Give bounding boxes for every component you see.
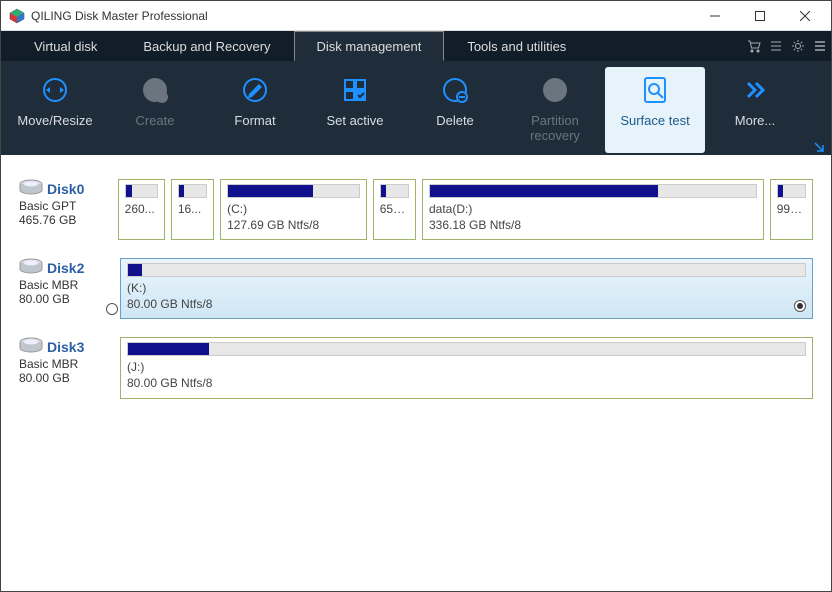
move-resize-button[interactable]: Move/Resize — [5, 67, 105, 153]
disk-radio[interactable] — [106, 303, 118, 315]
partition[interactable]: 16... — [171, 179, 214, 240]
partition-letter: (C:) — [227, 202, 360, 218]
delete-icon — [438, 73, 472, 107]
list-icon[interactable] — [765, 31, 787, 61]
disk-info: Disk3 Basic MBR 80.00 GB — [19, 337, 114, 398]
tab-tools-utilities[interactable]: Tools and utilities — [444, 31, 589, 61]
format-button[interactable]: Format — [205, 67, 305, 153]
move-resize-icon — [38, 73, 72, 107]
disk-list: Disk0 Basic GPT 465.76 GB 260... 16... (… — [1, 155, 831, 585]
partition-size: 653... — [380, 202, 409, 218]
partition[interactable]: (J:) 80.00 GB Ntfs/8 — [120, 337, 813, 398]
tab-backup-recovery[interactable]: Backup and Recovery — [120, 31, 293, 61]
toolbar-label: Create — [135, 113, 174, 128]
partition-size: 336.18 GB Ntfs/8 — [429, 218, 757, 234]
partition-letter: (J:) — [127, 360, 806, 376]
partition-recovery-icon — [538, 73, 572, 107]
toolbar-label: Surface test — [620, 113, 689, 128]
disk-capacity: 80.00 GB — [19, 371, 70, 385]
hdd-icon — [19, 258, 43, 278]
minimize-button[interactable] — [692, 1, 737, 31]
partition-size: 127.69 GB Ntfs/8 — [227, 218, 360, 234]
create-icon — [138, 73, 172, 107]
tab-virtual-disk[interactable]: Virtual disk — [11, 31, 120, 61]
set-active-button[interactable]: Set active — [305, 67, 405, 153]
menu-icon[interactable] — [809, 31, 831, 61]
more-button[interactable]: More... — [705, 67, 805, 153]
hdd-icon — [19, 179, 43, 199]
partition-size: 260... — [125, 202, 158, 218]
delete-button[interactable]: Delete — [405, 67, 505, 153]
partition-size: 995... — [777, 202, 806, 218]
disk-capacity: 80.00 GB — [19, 292, 70, 306]
disk-name: Disk3 — [47, 339, 84, 355]
toolbar-label: Move/Resize — [17, 113, 92, 128]
expand-toolbar-icon[interactable] — [813, 141, 825, 153]
disk-type: Basic MBR — [19, 357, 78, 371]
partition-letter: data(D:) — [429, 202, 757, 218]
hdd-icon — [19, 337, 43, 357]
disk-type: Basic GPT — [19, 199, 76, 213]
disk-info: Disk0 Basic GPT 465.76 GB — [19, 179, 112, 240]
app-logo-icon — [9, 8, 25, 24]
disk-info: Disk2 Basic MBR 80.00 GB — [19, 258, 114, 319]
partition[interactable]: 653... — [373, 179, 416, 240]
toolbar-label: Format — [234, 113, 275, 128]
disk-capacity: 465.76 GB — [19, 213, 76, 227]
partition-size: 80.00 GB Ntfs/8 — [127, 297, 806, 313]
partition-selected[interactable]: (K:) 80.00 GB Ntfs/8 — [120, 258, 813, 319]
surface-test-icon — [638, 73, 672, 107]
surface-test-button[interactable]: Surface test — [605, 67, 705, 153]
partition-size: 16... — [178, 202, 207, 218]
partition-recovery-button: Partition recovery — [505, 67, 605, 153]
partition[interactable]: data(D:)336.18 GB Ntfs/8 — [422, 179, 764, 240]
partition[interactable]: 995... — [770, 179, 813, 240]
disk-row: Disk3 Basic MBR 80.00 GB (J:) 80.00 GB N… — [19, 337, 813, 398]
cart-icon[interactable] — [743, 31, 765, 61]
partition[interactable]: (C:)127.69 GB Ntfs/8 — [220, 179, 367, 240]
partition[interactable]: 260... — [118, 179, 165, 240]
create-button: Create — [105, 67, 205, 153]
tab-disk-management[interactable]: Disk management — [294, 31, 445, 61]
action-toolbar: Move/Resize Create Format Set active Del… — [1, 61, 831, 155]
partition-letter: (K:) — [127, 281, 806, 297]
maximize-button[interactable] — [737, 1, 782, 31]
close-button[interactable] — [782, 1, 827, 31]
disk-name: Disk2 — [47, 260, 84, 276]
toolbar-label: Set active — [326, 113, 383, 128]
partition-size: 80.00 GB Ntfs/8 — [127, 376, 806, 392]
disk-type: Basic MBR — [19, 278, 78, 292]
toolbar-label: Delete — [436, 113, 474, 128]
gear-icon[interactable] — [787, 31, 809, 61]
set-active-icon — [338, 73, 372, 107]
main-tabs: Virtual disk Backup and Recovery Disk ma… — [1, 31, 831, 61]
more-icon — [738, 73, 772, 107]
disk-name: Disk0 — [47, 181, 84, 197]
titlebar: QILING Disk Master Professional — [1, 1, 831, 31]
toolbar-label: Partition recovery — [530, 113, 580, 143]
window-title: QILING Disk Master Professional — [31, 9, 692, 23]
disk-row: Disk2 Basic MBR 80.00 GB (K:) 80.00 GB N… — [19, 258, 813, 319]
format-icon — [238, 73, 272, 107]
disk-row: Disk0 Basic GPT 465.76 GB 260... 16... (… — [19, 179, 813, 240]
toolbar-label: More... — [735, 113, 775, 128]
